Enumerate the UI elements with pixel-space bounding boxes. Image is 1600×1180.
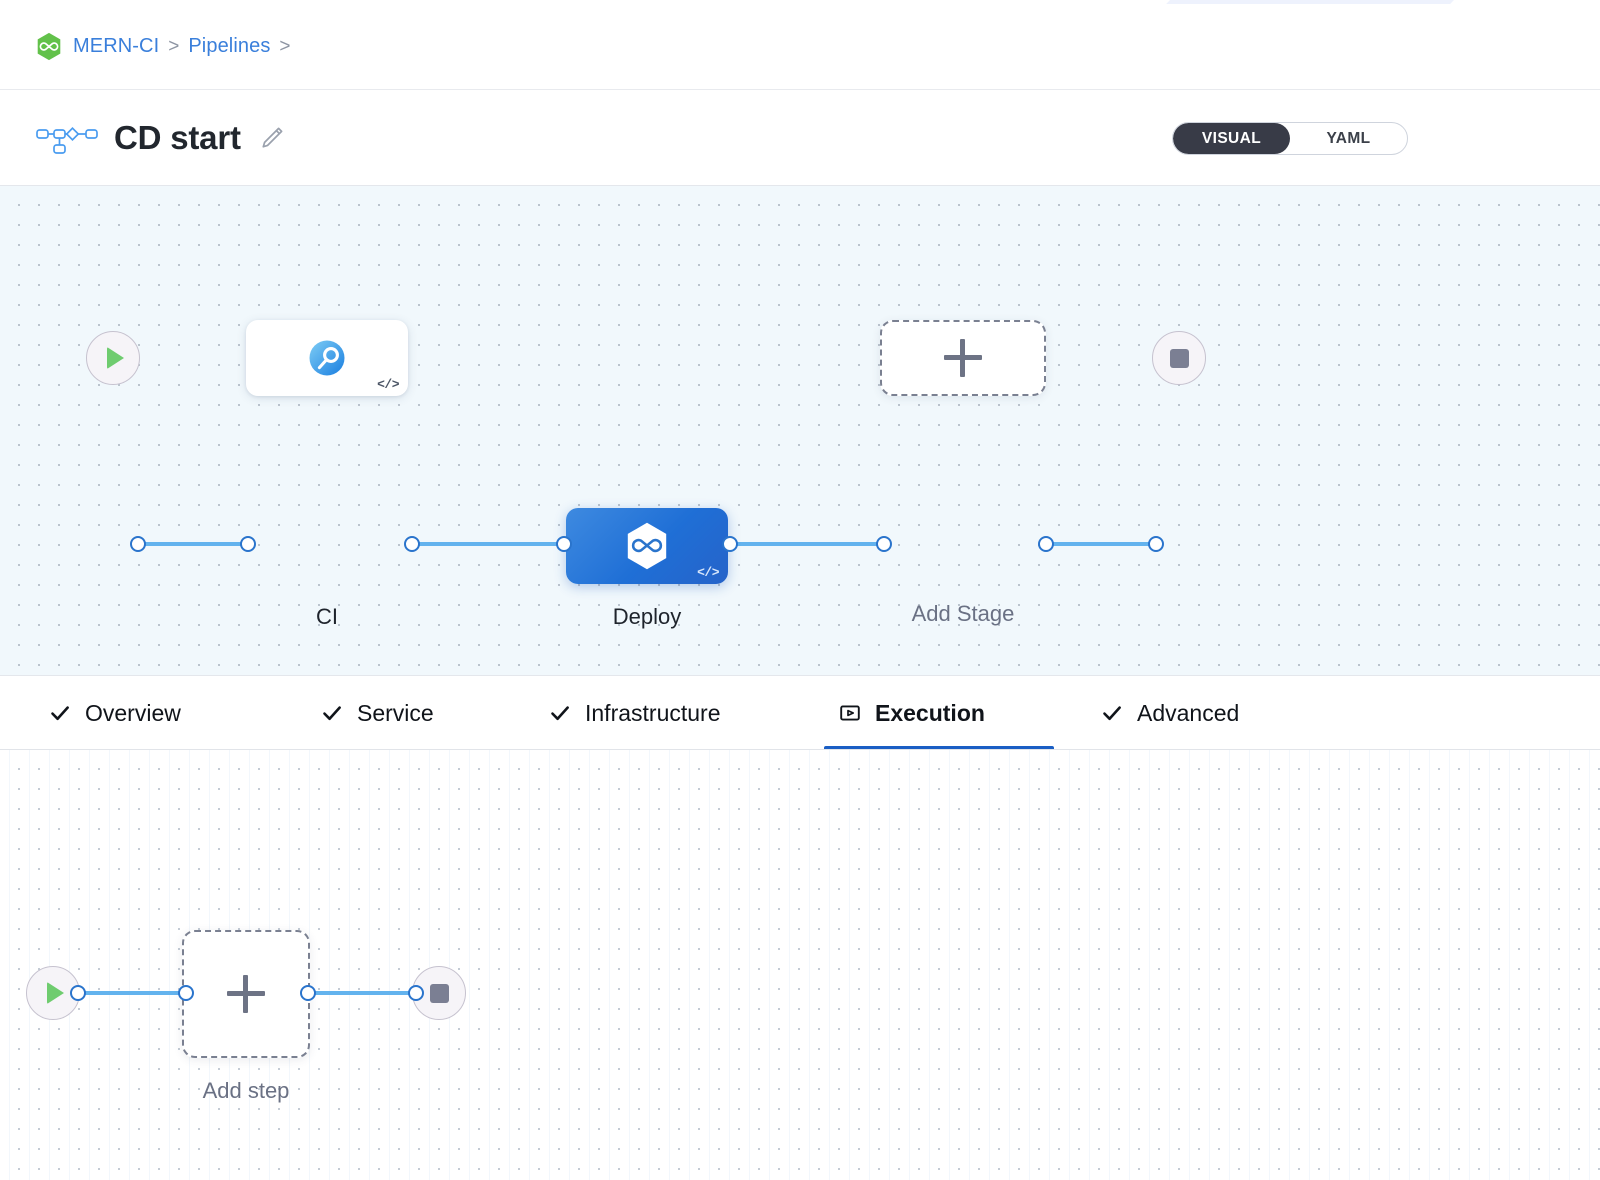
add-step-button[interactable] [182,930,310,1058]
breadcrumb-item-project[interactable]: MERN-CI [73,35,159,58]
breadcrumb-bar: MERN-CI > Pipelines > [0,4,1600,90]
stage-config-tab-bar: Overview Service Infrastructure Executio… [0,676,1600,750]
connector-dot-deploy-out[interactable] [722,536,738,552]
tab-service-label: Service [357,700,434,727]
connector-dot-addstep-in[interactable] [178,985,194,1001]
check-icon [548,701,572,725]
breadcrumb-separator: > [279,36,290,58]
plus-icon [944,339,982,377]
stage-code-glyph-ci[interactable]: </> [377,378,399,391]
ci-module-icon [304,335,350,381]
check-icon [1100,701,1124,725]
stage-code-glyph-deploy[interactable]: </> [697,566,719,579]
connector-line-addstage-to-end [1044,542,1162,546]
tab-execution-label: Execution [875,700,985,727]
tab-overview[interactable]: Overview [44,676,185,750]
view-mode-visual[interactable]: VISUAL [1173,123,1290,154]
stage-label-deploy: Deploy [566,604,728,630]
tab-infrastructure-label: Infrastructure [585,700,721,727]
check-icon [320,701,344,725]
connector-dot-addstage-in[interactable] [876,536,892,552]
play-icon [47,982,64,1004]
plus-icon [227,975,265,1013]
play-icon [107,347,124,369]
add-stage-button[interactable] [880,320,1046,396]
connector-line-deploy-to-addstage [728,542,888,546]
breadcrumb-separator: > [168,36,179,58]
connector-dot-addstep-out[interactable] [300,985,316,1001]
add-stage-label: Add Stage [880,601,1046,627]
active-tab-underline [824,746,1054,750]
boxed-play-icon [838,701,862,725]
tab-advanced-label: Advanced [1137,700,1239,727]
connector-line-start-to-addstep [76,991,194,995]
harness-logo-icon [36,32,62,61]
connector-dot-deploy-in[interactable] [556,536,572,552]
connector-line-addstep-to-end [306,991,424,995]
pipeline-studio-app: PIPELINE STUDIO MERN-CI > Pipelines > CD… [0,0,1600,1180]
pipeline-flow-icon [36,121,98,155]
stage-label-ci: CI [246,604,408,630]
connector-dot-start-out[interactable] [130,536,146,552]
view-mode-toggle[interactable]: VISUAL YAML [1172,122,1408,155]
cd-module-icon [623,521,671,571]
connector-dot-ci-out[interactable] [404,536,420,552]
connector-dot-end-in[interactable] [1148,536,1164,552]
stop-icon [1170,349,1189,368]
execution-graph-canvas[interactable]: Add step [0,750,1600,1180]
pencil-edit-icon[interactable] [259,125,285,151]
breadcrumb-item-pipelines[interactable]: Pipelines [188,35,270,58]
connector-dot-exec-start-out[interactable] [70,985,86,1001]
stage-card-ci[interactable]: </> [246,320,408,396]
tab-overview-label: Overview [85,700,181,727]
page-title: CD start [114,119,241,157]
connector-line-ci-to-deploy [410,542,570,546]
view-mode-visual-label: VISUAL [1202,130,1261,148]
connector-line-start-to-ci [136,542,254,546]
tab-infrastructure[interactable]: Infrastructure [544,676,725,750]
tab-advanced[interactable]: Advanced [1096,676,1243,750]
tab-service[interactable]: Service [316,676,438,750]
connector-dot-exec-end-in[interactable] [408,985,424,1001]
view-mode-yaml-label: YAML [1326,130,1370,148]
tab-execution[interactable]: Execution [834,676,989,750]
stage-graph-canvas[interactable]: </> CI </> Deploy Add Stage [0,186,1600,676]
stage-card-deploy[interactable]: </> [566,508,728,584]
connector-dot-addstage-out[interactable] [1038,536,1054,552]
pipeline-start-node[interactable] [86,331,140,385]
add-step-label: Add step [166,1078,326,1104]
pipeline-end-node[interactable] [1152,331,1206,385]
check-icon [48,701,72,725]
connector-dot-ci-in[interactable] [240,536,256,552]
view-mode-yaml[interactable]: YAML [1290,123,1407,154]
stop-icon [430,984,449,1003]
